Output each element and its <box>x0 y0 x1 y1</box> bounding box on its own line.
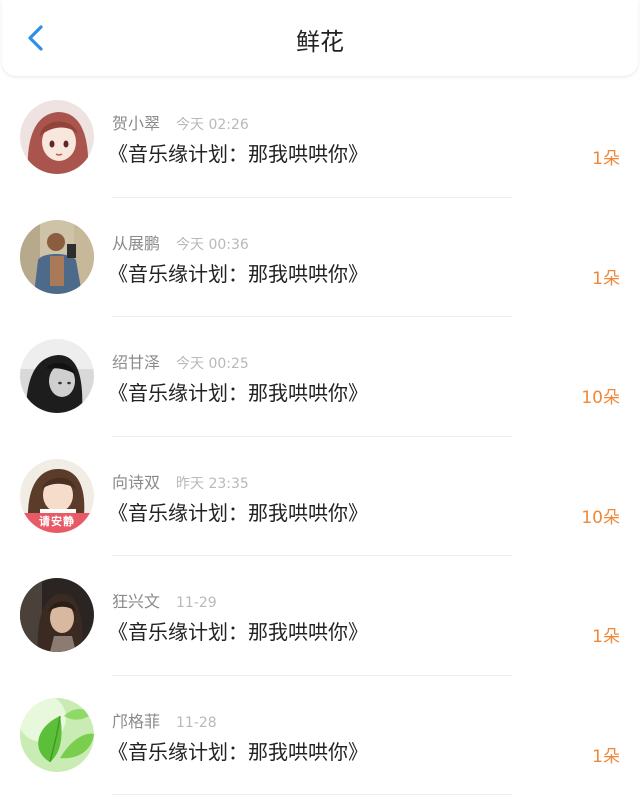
sender-name[interactable]: 向诗双 <box>112 473 160 492</box>
song-title: 《音乐缘计划：那我哄哄你》 <box>108 620 368 644</box>
sender-name[interactable]: 邝格菲 <box>112 712 160 731</box>
flower-gift-list: 贺小翠 今天 02:26 《音乐缘计划：那我哄哄你》 1朵 从展鹏 今天 00:36… <box>0 78 640 795</box>
song-title: 《音乐缘计划：那我哄哄你》 <box>108 381 368 405</box>
avatar-caption: 请安静 <box>39 514 75 528</box>
flower-count: 1朵 <box>592 627 620 647</box>
song-title: 《音乐缘计划：那我哄哄你》 <box>108 500 368 525</box>
flower-count: 10朵 <box>581 388 620 408</box>
sender-name[interactable]: 狂兴文 <box>112 592 160 611</box>
song-title: 《音乐缘计划：那我哄哄你》 <box>108 739 368 764</box>
divider <box>112 794 512 795</box>
flower-count: 1朵 <box>592 746 620 767</box>
sender-info: 绍甘泽 今天 00:25 <box>112 349 249 372</box>
woman-dark-photo-avatar-icon <box>20 578 94 652</box>
flower-count: 10朵 <box>581 507 620 528</box>
sender-info: 狂兴文 11-29 <box>112 588 217 611</box>
avatar[interactable] <box>20 697 94 772</box>
page-title: 鲜花 <box>296 28 344 56</box>
sender-info: 从展鹏 今天 00:36 <box>112 230 249 253</box>
sender-info: 向诗双 昨天 23:35 <box>112 469 249 492</box>
sent-time: 今天 00:25 <box>176 356 249 372</box>
flower-count: 1朵 <box>592 149 620 169</box>
sent-time: 今天 00:36 <box>176 236 249 253</box>
song-title: 《音乐缘计划：那我哄哄你》 <box>108 142 368 166</box>
sender-info: 邝格菲 11-28 <box>112 708 217 731</box>
sender-name[interactable]: 绍甘泽 <box>112 353 160 372</box>
sent-time: 11-28 <box>176 714 217 731</box>
green-leaf-avatar-icon <box>20 697 94 772</box>
girl-bw-photo-avatar-icon <box>20 339 94 413</box>
avatar[interactable] <box>20 578 94 652</box>
avatar[interactable] <box>20 339 94 413</box>
list-item[interactable]: 狂兴文 11-29 《音乐缘计划：那我哄哄你》 1朵 <box>0 556 640 676</box>
avatar[interactable] <box>20 219 94 294</box>
sent-time: 昨天 23:35 <box>176 475 249 492</box>
sent-time: 11-29 <box>176 595 217 611</box>
sender-name[interactable]: 从展鹏 <box>112 234 160 253</box>
avatar[interactable] <box>20 100 94 174</box>
avatar[interactable]: 请安静 <box>20 458 94 533</box>
list-item[interactable]: 从展鹏 今天 00:36 《音乐缘计划：那我哄哄你》 1朵 <box>0 198 640 317</box>
man-photo-avatar-icon <box>20 219 94 294</box>
anime-girl-avatar-icon <box>20 100 94 174</box>
sent-time: 今天 02:26 <box>176 117 249 133</box>
top-nav-bar: 鲜花 <box>2 0 638 76</box>
sender-info: 贺小翠 今天 02:26 <box>112 110 249 133</box>
sender-name[interactable]: 贺小翠 <box>112 114 160 133</box>
list-item[interactable]: 绍甘泽 今天 00:25 《音乐缘计划：那我哄哄你》 10朵 <box>0 317 640 437</box>
list-item[interactable]: 贺小翠 今天 02:26 《音乐缘计划：那我哄哄你》 1朵 <box>0 78 640 198</box>
flower-count: 1朵 <box>592 268 620 289</box>
list-item[interactable]: 请安静 向诗双 昨天 23:35 《音乐缘计划：那我哄哄你》 10朵 <box>0 437 640 556</box>
list-item[interactable]: 邝格菲 11-28 《音乐缘计划：那我哄哄你》 1朵 <box>0 676 640 795</box>
song-title: 《音乐缘计划：那我哄哄你》 <box>108 261 368 286</box>
